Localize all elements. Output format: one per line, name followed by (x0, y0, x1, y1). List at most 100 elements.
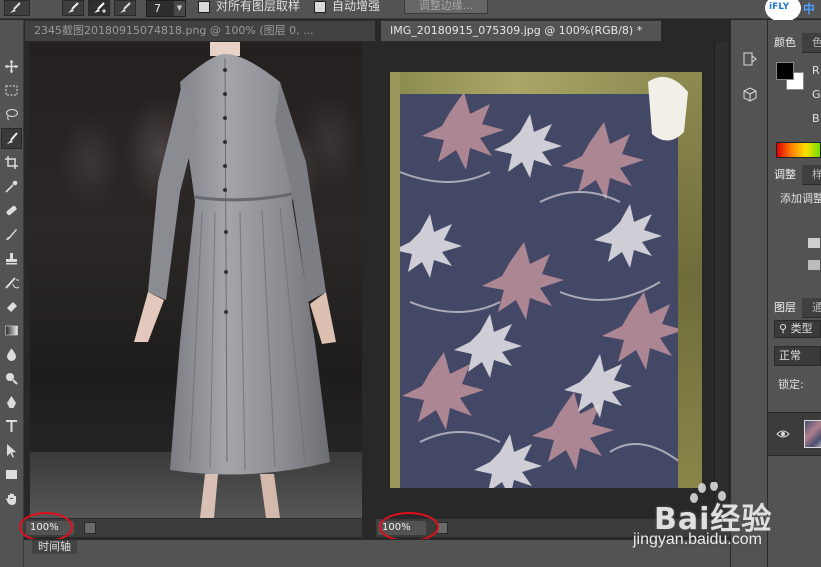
tab-channels[interactable]: 通 (806, 298, 821, 318)
tool-preset-picker[interactable] (4, 0, 30, 16)
tab-timeline[interactable]: 时间轴 (32, 540, 77, 554)
auto-enhance-checkbox[interactable] (314, 1, 326, 13)
tab-styles[interactable]: 样 (806, 165, 821, 185)
zoom-highlight-circle-2 (379, 512, 439, 542)
3d-panel-button[interactable] (737, 82, 763, 108)
lock-label: 锁定: (778, 378, 804, 391)
foreground-color-swatch[interactable] (776, 62, 794, 80)
eraser-icon (7, 302, 17, 312)
crop-icon (5, 156, 18, 169)
clone-stamp-tool[interactable] (1, 248, 22, 269)
history-brush-icon (5, 277, 19, 289)
tab-swatches[interactable]: 色 (806, 33, 821, 53)
color-panel-tabs: 颜色 色 (768, 33, 821, 53)
channel-b-label: B (812, 112, 820, 125)
white-object-in-photo (648, 76, 688, 141)
ifly-lang-label[interactable]: 中 (803, 0, 815, 17)
document-2-vertical-scrollbar[interactable] (714, 42, 728, 518)
quick-select-brush-icon (68, 2, 79, 13)
adjust-panel-tabs: 调整 样 (768, 165, 821, 185)
watermark-url: jingyan.baidu.com (633, 531, 762, 548)
rectangle-tool[interactable] (1, 464, 22, 485)
arrow-pointer-icon (7, 444, 16, 458)
tab-document-1-title: 2345截图20180915074818.png @ 100% (图层 0, .… (34, 24, 314, 37)
add-adjustment-label: 添加调整 (780, 192, 821, 205)
brush-icon (10, 2, 21, 13)
quick-select-subtract-icon (120, 2, 131, 13)
tab-layers[interactable]: 图层 (768, 298, 802, 318)
brush-tool[interactable] (1, 224, 22, 245)
lasso-icon (6, 109, 18, 121)
bandage-icon (6, 205, 17, 216)
eraser-tool[interactable] (1, 296, 22, 317)
photo-background-left (390, 72, 400, 488)
blend-mode-select[interactable]: 正常 (774, 346, 821, 366)
tab-color[interactable]: 颜色 (768, 33, 802, 53)
type-icon (6, 420, 17, 432)
status-menu-icon[interactable] (84, 522, 96, 534)
eyedropper-tool[interactable] (1, 176, 22, 197)
crop-tool[interactable] (1, 152, 22, 173)
layer-filter-label: 类型 (790, 322, 813, 335)
tab-document-2-title: IMG_20180915_075309.jpg @ 100%(RGB/8) * (390, 24, 643, 37)
cube-icon (743, 87, 757, 102)
layer-thumbnail (804, 420, 821, 448)
adjustment-icons[interactable] (806, 234, 821, 276)
channel-r-label: R (812, 64, 820, 77)
dodge-tool[interactable] (1, 368, 22, 389)
gradient-icon (5, 325, 18, 336)
color-spectrum-bar[interactable] (776, 142, 821, 158)
droplet-icon (7, 348, 16, 361)
refine-edge-button[interactable]: 调整边缘... (404, 0, 488, 14)
layer-row[interactable] (768, 412, 821, 456)
dodge-icon (6, 373, 18, 385)
path-selection-tool[interactable] (1, 440, 22, 461)
quick-select-add-icon (94, 2, 106, 13)
quick-selection-icon (7, 132, 18, 144)
quick-selection-tool[interactable] (1, 128, 22, 149)
chevron-down-icon[interactable]: ▼ (174, 1, 185, 16)
tools-panel (0, 20, 24, 567)
new-selection-button[interactable] (62, 0, 84, 16)
eyedropper-icon (5, 180, 18, 193)
options-bar: 7 ▼ 对所有图层取样 自动增强 调整边缘... iFLY 中 (0, 0, 821, 22)
eye-icon[interactable] (776, 427, 790, 441)
lasso-tool[interactable] (1, 104, 22, 125)
gradient-tool[interactable] (1, 320, 22, 341)
status-bar-document-1: 100% (24, 518, 362, 537)
sample-all-layers-label: 对所有图层取样 (216, 0, 301, 13)
history-panel-button[interactable] (737, 46, 763, 72)
stamp-icon (6, 253, 17, 265)
hand-icon (6, 493, 16, 505)
hand-tool[interactable] (1, 488, 22, 509)
paintbrush-icon (6, 229, 17, 240)
ifly-logo-text: iFLY (769, 2, 790, 12)
pen-tool[interactable] (1, 392, 22, 413)
zoom-highlight-circle-1 (19, 512, 73, 542)
history-icon (743, 52, 757, 66)
healing-brush-tool[interactable] (1, 200, 22, 221)
marquee-icon (5, 85, 18, 96)
dress-model-figure (134, 42, 336, 518)
marquee-tool[interactable] (1, 80, 22, 101)
brush-size-value: 7 (154, 2, 161, 15)
sample-all-layers-checkbox[interactable] (198, 1, 210, 13)
move-tool[interactable] (1, 56, 22, 77)
dress-image-canvas[interactable] (30, 42, 362, 518)
rectangle-icon (6, 470, 17, 479)
tab-document-1[interactable]: 2345截图20180915074818.png @ 100% (图层 0, .… (24, 20, 376, 42)
layer-filter-field[interactable]: ⚲ 类型 (774, 320, 821, 338)
brush-size-field[interactable]: 7 ▼ (146, 0, 186, 17)
timeline-panel: 时间轴 (24, 539, 730, 567)
move-icon (5, 60, 18, 73)
add-to-selection-button[interactable] (88, 0, 110, 16)
search-icon: ⚲ (779, 322, 791, 335)
ifly-logo[interactable]: iFLY (765, 0, 801, 22)
history-brush-tool[interactable] (1, 272, 22, 293)
tab-document-2[interactable]: IMG_20180915_075309.jpg @ 100%(RGB/8) * (380, 20, 662, 42)
blend-mode-value: 正常 (779, 349, 801, 362)
type-tool[interactable] (1, 416, 22, 437)
subtract-from-selection-button[interactable] (114, 0, 136, 16)
blur-tool[interactable] (1, 344, 22, 365)
tab-adjustments[interactable]: 调整 (768, 165, 802, 185)
